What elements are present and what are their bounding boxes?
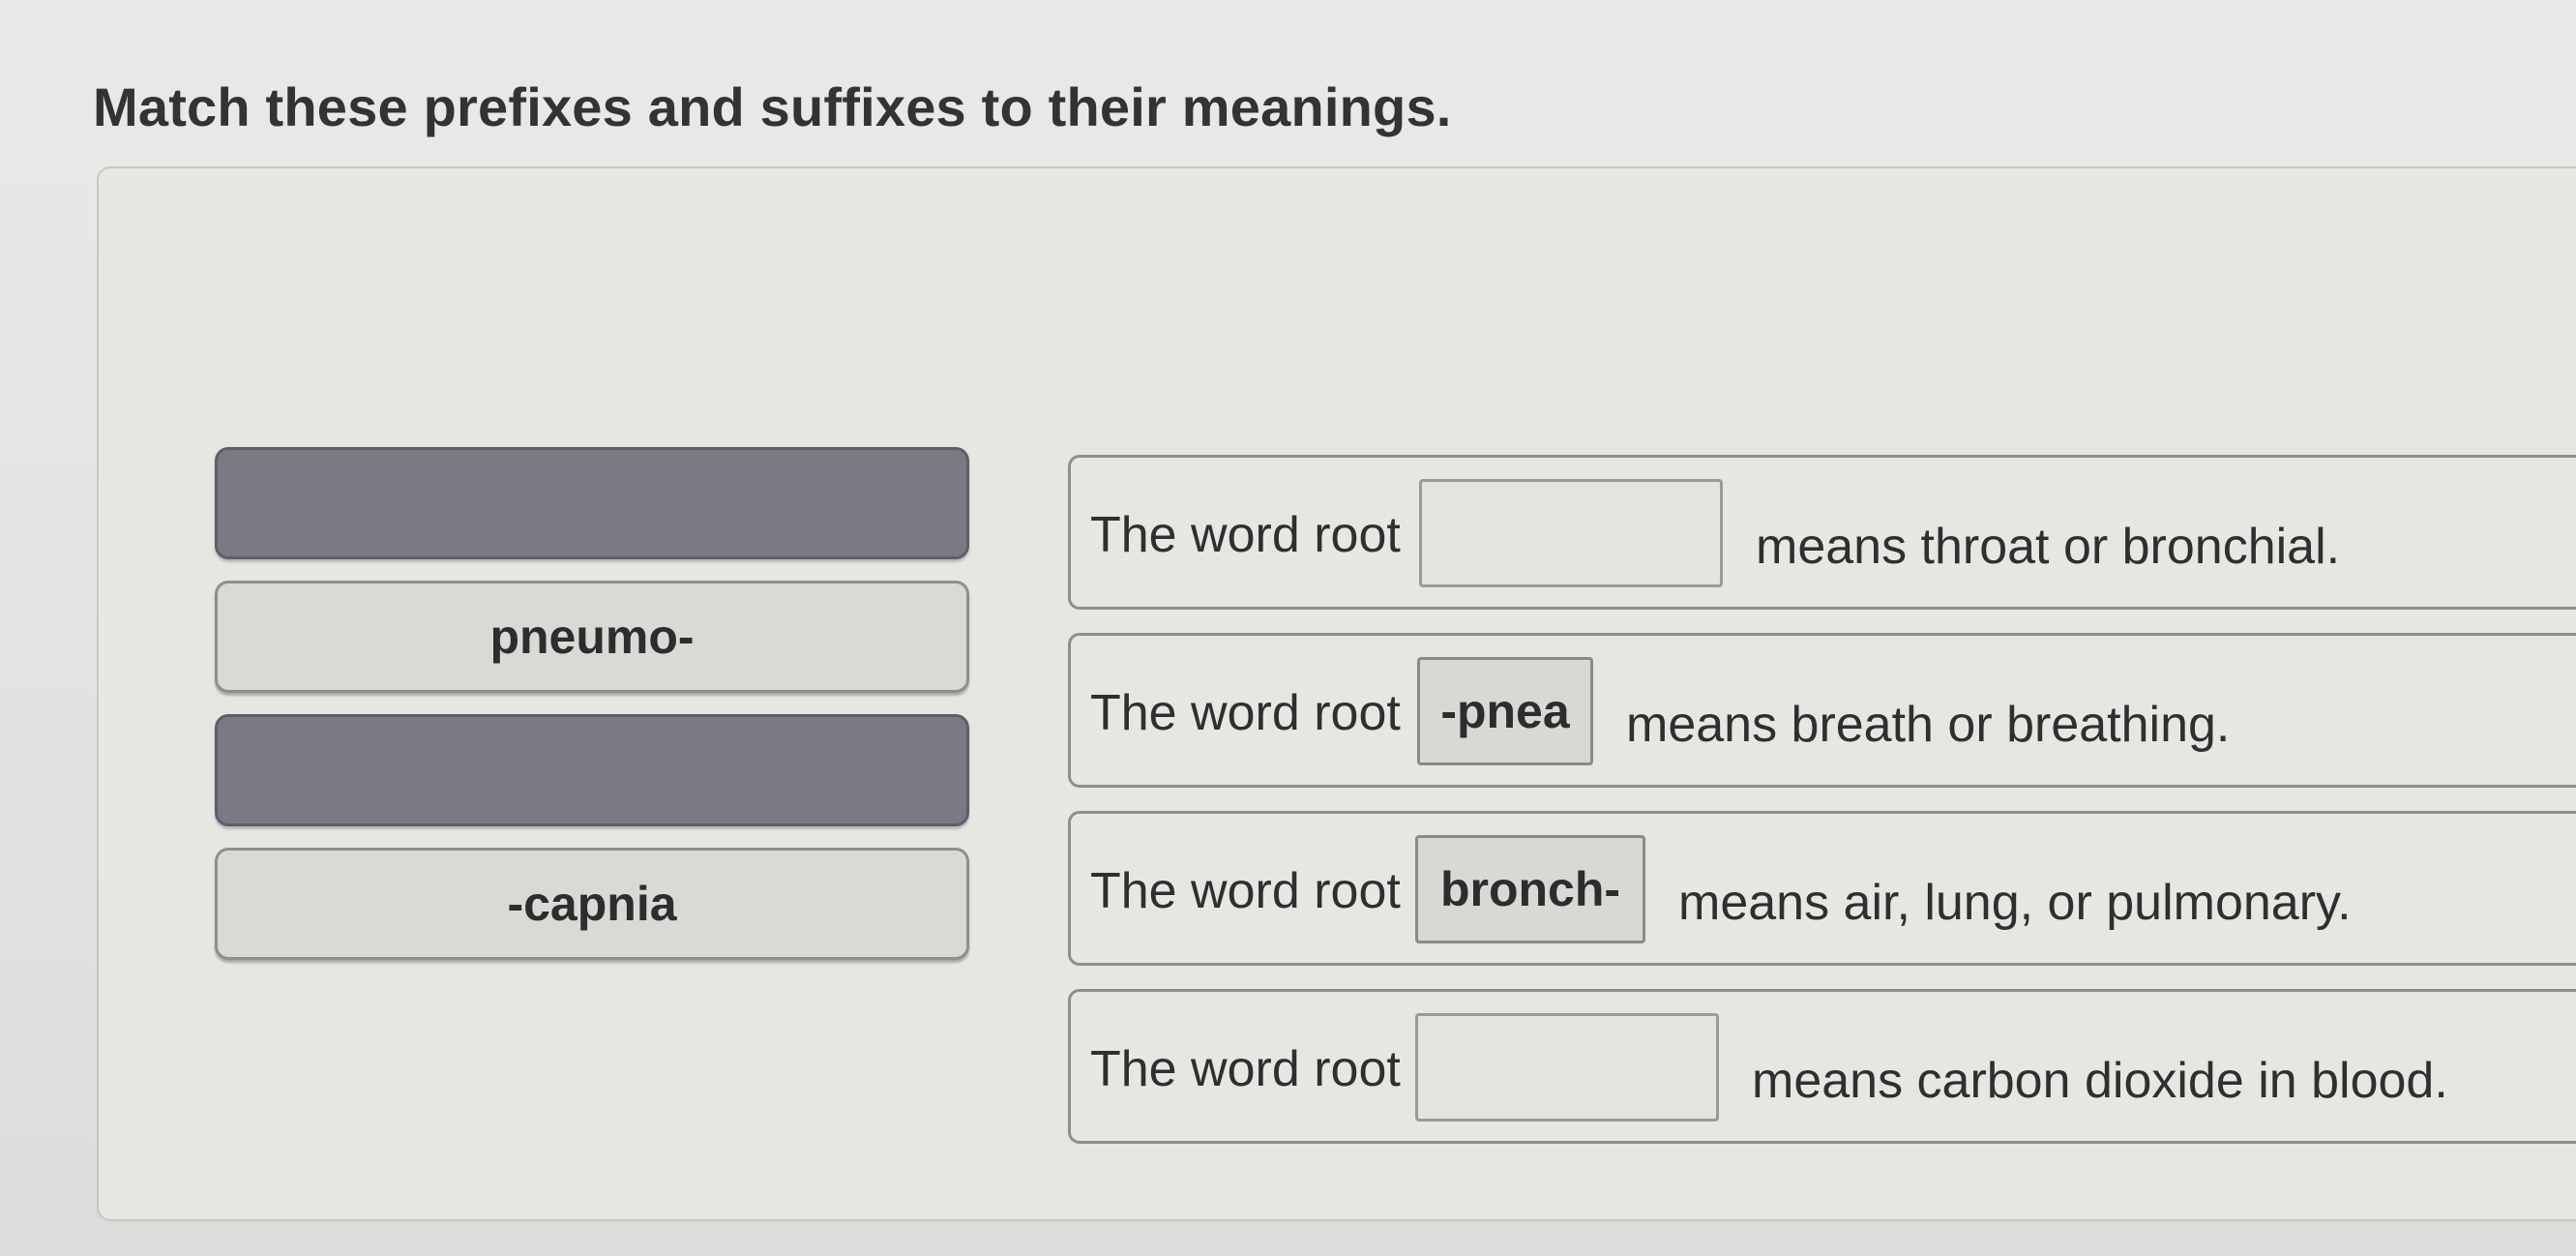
answer-tile-capnia[interactable]: -capnia [215, 848, 969, 960]
answer-tile-placeholder-1 [215, 447, 969, 559]
page: Match these prefixes and suffixes to the… [0, 0, 2576, 1256]
statement-prefix: The word root [1090, 863, 1401, 919]
statement-prefix: The word root [1090, 685, 1401, 741]
drop-slot-3[interactable]: bronch- [1415, 835, 1645, 943]
statement-meaning: means air, lung, or pulmonary. [1678, 875, 2352, 931]
statement-row-3: The word root bronch- means air, lung, o… [1068, 811, 2576, 966]
drop-slot-2[interactable]: -pnea [1417, 657, 1593, 765]
statement-row-1: The word root means throat or bronchial. [1068, 455, 2576, 610]
statement-prefix: The word root [1090, 507, 1401, 563]
statement-row-4: The word root means carbon dioxide in bl… [1068, 989, 2576, 1144]
question-title: Match these prefixes and suffixes to the… [93, 76, 1452, 137]
statement-meaning: means breath or breathing. [1626, 697, 2231, 753]
answer-tile-pneumo[interactable]: pneumo- [215, 581, 969, 693]
statement-meaning: means throat or bronchial. [1756, 519, 2341, 575]
statement-row-2: The word root -pnea means breath or brea… [1068, 633, 2576, 788]
statement-prefix: The word root [1090, 1041, 1401, 1097]
answer-tile-placeholder-2 [215, 714, 969, 826]
drop-slot-1[interactable] [1419, 479, 1723, 587]
statement-meaning: means carbon dioxide in blood. [1752, 1053, 2448, 1109]
drop-slot-4[interactable] [1415, 1013, 1719, 1121]
